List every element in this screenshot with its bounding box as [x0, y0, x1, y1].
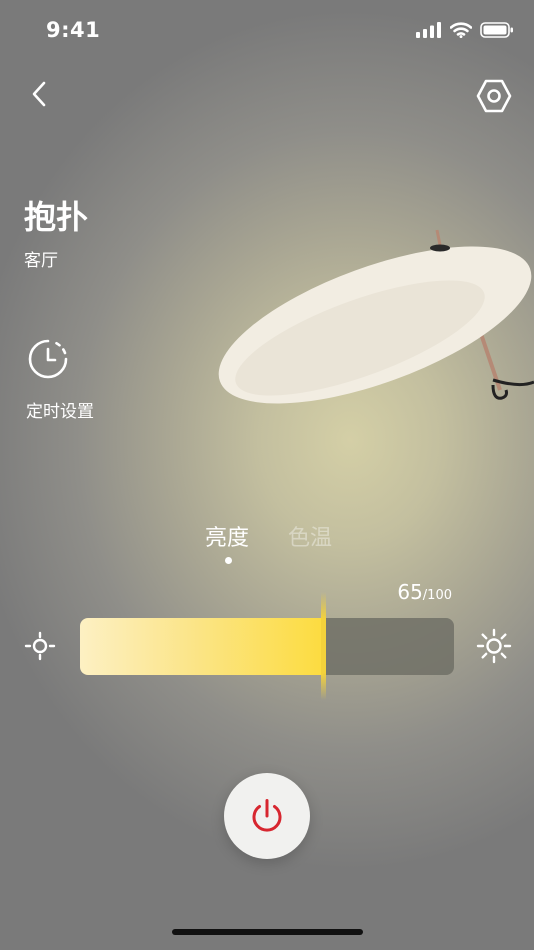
active-tab-indicator [225, 557, 232, 564]
device-name: 抱扑 [24, 198, 89, 236]
battery-icon [480, 22, 513, 38]
settings-button[interactable] [474, 76, 514, 116]
status-time: 9:41 [46, 18, 101, 42]
home-indicator[interactable] [172, 929, 363, 935]
brightness-slider-fill [80, 618, 324, 675]
power-button[interactable] [224, 773, 310, 859]
sun-small-icon [22, 628, 58, 664]
back-button[interactable] [22, 76, 58, 112]
power-icon [252, 799, 282, 832]
chevron-left-icon [32, 81, 46, 107]
timer-label: 定时设置 [26, 402, 94, 422]
cellular-signal-icon [416, 22, 441, 38]
room-name: 客厅 [24, 251, 58, 271]
status-icons [416, 22, 514, 38]
clock-icon [28, 339, 68, 379]
wifi-icon [450, 22, 472, 38]
brightness-slider-handle[interactable] [321, 592, 327, 700]
brightness-max: /100 [422, 588, 452, 603]
hexagon-settings-icon [476, 79, 512, 113]
brightness-value: 65 [397, 580, 423, 604]
lamp-image [210, 220, 534, 420]
tab-brightness[interactable]: 亮度 [205, 520, 249, 552]
brightness-readout: 65/100 [397, 580, 452, 604]
brightness-slider[interactable] [80, 618, 454, 675]
timer-settings-button[interactable]: 定时设置 [24, 335, 104, 425]
tab-color-temperature[interactable]: 色温 [288, 520, 332, 552]
sun-large-icon [476, 628, 512, 664]
